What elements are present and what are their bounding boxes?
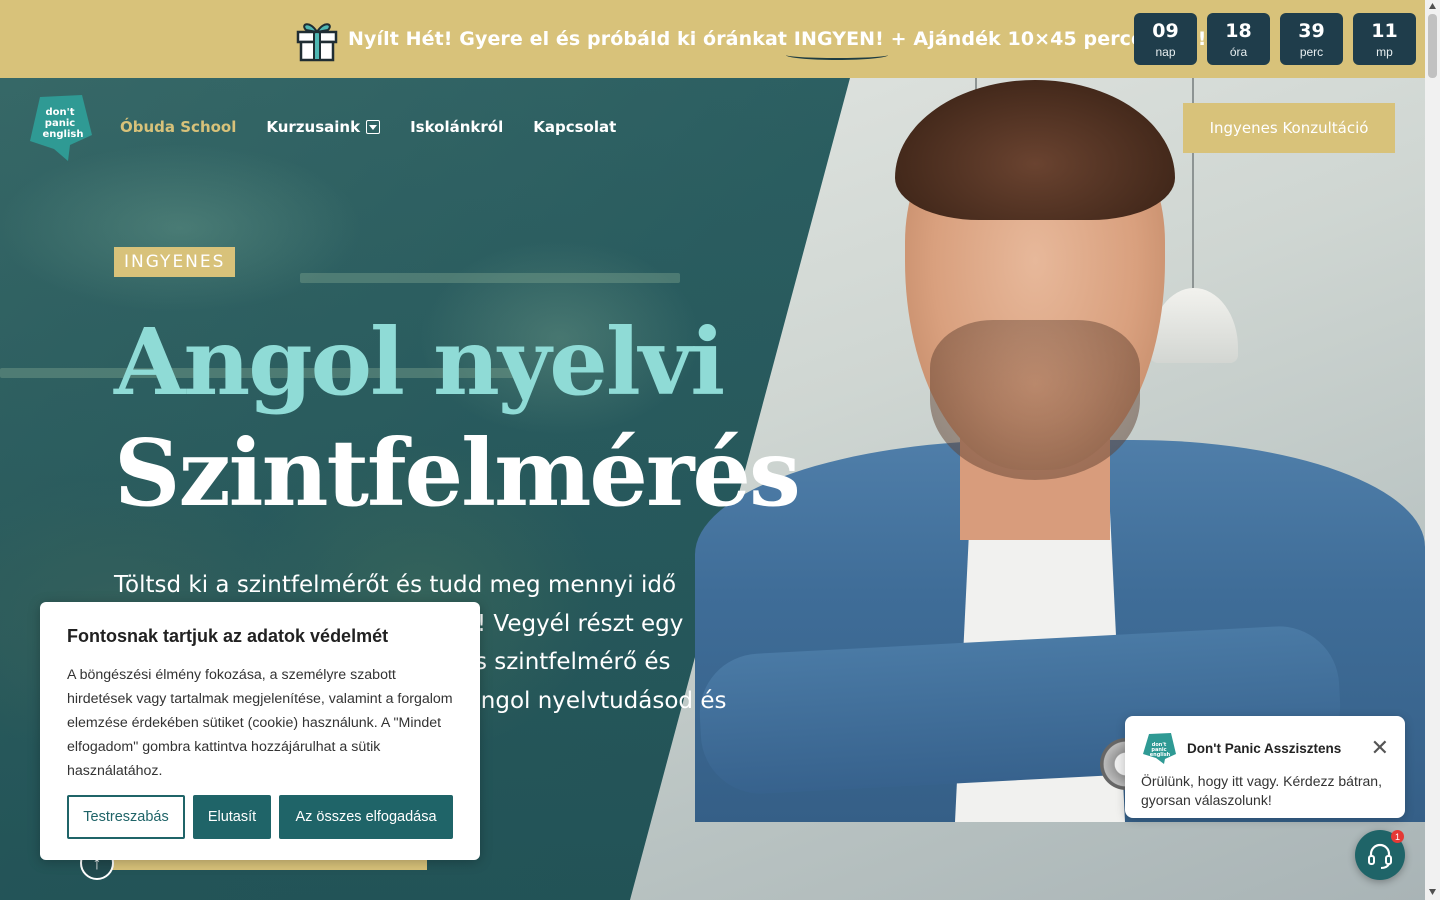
scroll-arrow-up-icon[interactable] (1428, 2, 1437, 10)
promo-text-before: Nyílt Hét! Gyere el és próbáld ki óránka… (348, 28, 794, 50)
cookie-title: Fontosnak tartjuk az adatok védelmét (67, 626, 389, 646)
promo-text: Nyílt Hét! Gyere el és próbáld ki óránka… (348, 28, 1206, 60)
close-icon[interactable]: ✕ (1371, 737, 1389, 759)
notification-badge: 1 (1391, 830, 1404, 843)
hero-title-line1: Angol nyelvi (114, 308, 725, 416)
logo-text-2: panic (45, 118, 75, 129)
nav-label: Óbuda School (120, 118, 237, 136)
countdown-unit: óra (1229, 44, 1248, 59)
cookie-buttons: Testreszabás Elutasít Az összes elfogadá… (67, 795, 453, 839)
dont-panic-english-logo[interactable]: don't panic english (30, 95, 92, 161)
chat-avatar-logo: don't panic english (1143, 733, 1176, 764)
chat-message: Örülünk, hogy itt vagy. Kérdezz bátran, … (1141, 773, 1382, 808)
hero-title-line2: Szintfelmérés (114, 419, 801, 527)
countdown-unit: perc (1299, 44, 1324, 59)
promo-bar: Nyílt Hét! Gyere el és próbáld ki óránka… (0, 0, 1425, 78)
countdown-value: 09 (1152, 19, 1179, 42)
nav-label: Kurzusaink (266, 118, 361, 136)
logo-text-3: english (43, 129, 84, 140)
countdown-timer: 09 nap 18 óra 39 perc 11 mp (1134, 13, 1416, 65)
page-scrollbar[interactable] (1425, 0, 1440, 900)
countdown-value: 39 (1298, 19, 1325, 42)
countdown-minutes: 39 perc (1280, 13, 1343, 65)
main-nav: Óbuda School Kurzusaink Iskolánkról Kapc… (120, 118, 616, 136)
nav-item-kurzusaink[interactable]: Kurzusaink (266, 118, 381, 136)
promo-highlight: INGYEN! (785, 28, 889, 60)
nav-label: Kapcsolat (533, 118, 617, 136)
nav-item-kapcsolat[interactable]: Kapcsolat (533, 118, 616, 136)
countdown-unit: mp (1376, 44, 1393, 59)
headset-icon (1368, 843, 1392, 869)
chat-header: don't panic english Don't Panic Assziszt… (1141, 732, 1389, 764)
free-badge: INGYENES (114, 247, 236, 277)
free-consultation-button[interactable]: Ingyenes Konzultáció (1183, 103, 1395, 153)
cookie-customize-button[interactable]: Testreszabás (67, 795, 185, 839)
cookie-reject-button[interactable]: Elutasít (193, 795, 271, 839)
countdown-value: 11 (1371, 19, 1398, 42)
logo-text-1: don't (46, 107, 75, 118)
chat-popup[interactable]: don't panic english Don't Panic Assziszt… (1125, 716, 1405, 818)
countdown-days: 09 nap (1134, 13, 1197, 65)
countdown-unit: nap (1155, 44, 1176, 59)
background-shelf (300, 273, 680, 283)
nav-item-iskolankrol[interactable]: Iskolánkról (410, 118, 503, 136)
scrollbar-thumb[interactable] (1428, 14, 1437, 78)
nav-item-obuda-school[interactable]: Óbuda School (120, 118, 236, 136)
promo-content: Nyílt Hét! Gyere el és próbáld ki óránka… (292, 14, 1206, 64)
cookie-consent-dialog: Fontosnak tartjuk az adatok védelmét A b… (40, 602, 480, 860)
dropdown-caret-icon (366, 120, 381, 134)
nav-label: Iskolánkról (410, 118, 504, 136)
countdown-hours: 18 óra (1207, 13, 1270, 65)
cookie-accept-all-button[interactable]: Az összes elfogadása (279, 795, 453, 839)
man-beard (930, 320, 1140, 480)
countdown-seconds: 11 mp (1353, 13, 1416, 65)
cookie-body: A böngészési élmény fokozása, a személyr… (67, 667, 453, 779)
gift-icon (296, 23, 338, 62)
scroll-arrow-down-icon[interactable] (1428, 888, 1437, 896)
logo-text-3: english (1150, 752, 1171, 758)
chat-title: Don't Panic Asszisztens (1187, 740, 1342, 756)
countdown-value: 18 (1225, 19, 1252, 42)
pendant-lamp (1150, 288, 1238, 363)
